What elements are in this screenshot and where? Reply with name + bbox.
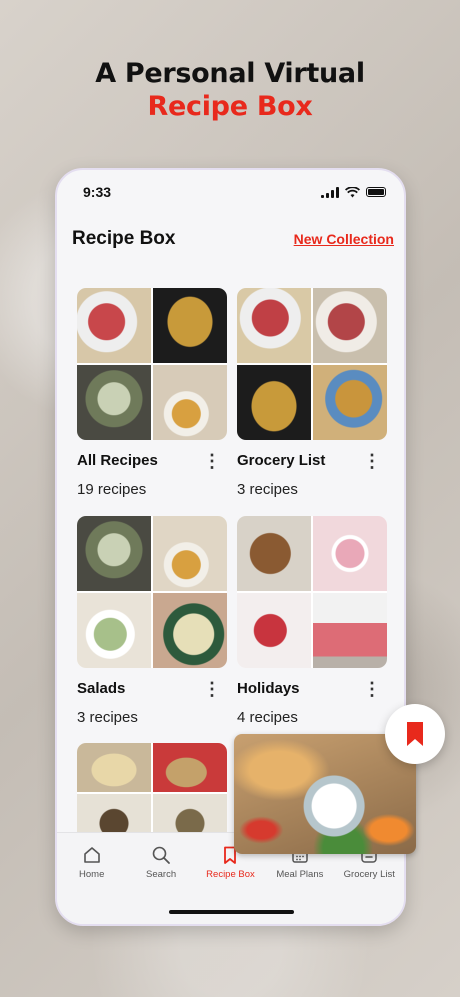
collection-card[interactable]: All Recipes ⋮ 19 recipes: [77, 288, 227, 498]
collection-thumbnail: [77, 288, 227, 440]
collection-card[interactable]: Holidays ⋮ 4 recipes: [237, 516, 387, 726]
tab-label: Home: [79, 869, 105, 880]
collection-thumbnail: [77, 743, 227, 843]
tab-search[interactable]: Search: [127, 845, 195, 880]
collection-count: 3 recipes: [237, 481, 298, 498]
wifi-icon: [345, 186, 360, 197]
save-recipe-button[interactable]: [385, 704, 445, 764]
signal-icon: [321, 186, 339, 198]
collection-name-row: Grocery List ⋮: [237, 452, 387, 470]
home-icon: [83, 847, 100, 863]
status-bar: 9:33: [83, 182, 386, 202]
thumbnail-photo: [313, 593, 387, 668]
collection-card[interactable]: Salads ⋮ 3 recipes: [77, 516, 227, 726]
thumbnail-photo: [153, 593, 227, 668]
more-options-icon[interactable]: ⋮: [363, 452, 387, 470]
collection-thumbnail: [237, 288, 387, 440]
thumbnail-photo: [77, 288, 151, 363]
thumbnail-photo: [237, 516, 311, 591]
collection-count: 3 recipes: [77, 709, 138, 726]
headline-line-1: A Personal Virtual: [95, 58, 365, 89]
status-icons: [321, 186, 386, 198]
new-collection-link[interactable]: New Collection: [294, 231, 394, 247]
collection-card[interactable]: Grocery List ⋮ 3 recipes: [237, 288, 387, 498]
collection-name-row: All Recipes ⋮: [77, 452, 227, 470]
thumbnail-photo: [237, 593, 311, 668]
search-icon: [152, 846, 170, 864]
thumbnail-photo: [237, 288, 311, 363]
more-options-icon[interactable]: ⋮: [203, 680, 227, 698]
headline-line-2: Recipe Box: [147, 91, 313, 122]
collection-name-row: Holidays ⋮: [237, 680, 387, 698]
thumbnail-photo: [313, 516, 387, 591]
collection-name: All Recipes: [77, 452, 158, 469]
collection-thumbnail: [237, 516, 387, 668]
battery-icon: [366, 187, 386, 197]
page-header: Recipe Box New Collection: [72, 228, 394, 250]
thumbnail-photo: [237, 365, 311, 440]
home-indicator: [169, 910, 294, 914]
status-time: 9:33: [83, 184, 112, 200]
collection-card[interactable]: [77, 743, 227, 843]
page-title: Recipe Box: [72, 228, 176, 249]
tab-label: Grocery List: [343, 869, 395, 880]
bookmark-icon: [407, 722, 423, 746]
thumbnail-photo: [153, 365, 227, 440]
collection-name-row: Salads ⋮: [77, 680, 227, 698]
featured-recipe-photo: [234, 734, 416, 854]
thumbnail-photo: [77, 516, 151, 591]
thumbnail-photo: [77, 743, 151, 792]
collection-count: 4 recipes: [237, 709, 298, 726]
collection-count: 19 recipes: [77, 481, 147, 498]
more-options-icon[interactable]: ⋮: [203, 452, 227, 470]
thumbnail-photo: [153, 288, 227, 363]
collection-name: Grocery List: [237, 452, 326, 469]
thumbnail-photo: [77, 365, 151, 440]
collection-name: Salads: [77, 680, 126, 697]
tab-label: Search: [146, 869, 177, 880]
more-options-icon[interactable]: ⋮: [363, 680, 387, 698]
thumbnail-photo: [77, 593, 151, 668]
tab-home[interactable]: Home: [58, 845, 126, 880]
headline: A Personal Virtual Recipe Box: [0, 58, 460, 122]
thumbnail-photo: [153, 743, 227, 792]
thumbnail-photo: [153, 516, 227, 591]
thumbnail-photo: [313, 365, 387, 440]
tab-label: Recipe Box: [206, 869, 255, 880]
collection-name: Holidays: [237, 680, 300, 697]
thumbnail-photo: [313, 288, 387, 363]
collection-thumbnail: [77, 516, 227, 668]
tab-label: Meal Plans: [276, 869, 324, 880]
